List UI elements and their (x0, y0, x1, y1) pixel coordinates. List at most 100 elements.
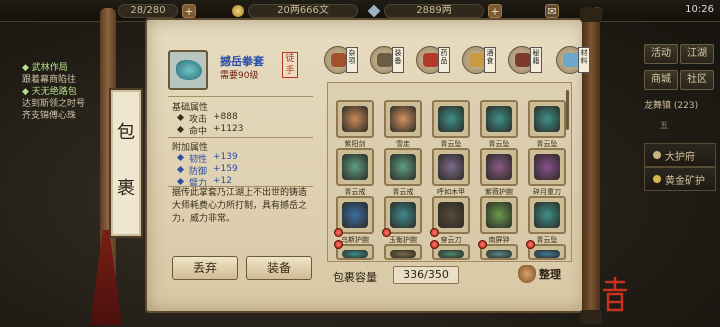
divider (168, 96, 313, 97)
inventory-slot[interactable] (336, 196, 374, 234)
grid-scrollbar[interactable] (566, 90, 569, 130)
inventory-slot[interactable] (432, 100, 470, 138)
item-icon (486, 106, 512, 132)
new-item-dot (334, 240, 343, 249)
bag-title-char-2: 裹 (117, 178, 135, 199)
inventory-slot[interactable] (336, 100, 374, 138)
category-tab-5[interactable]: 秘籍 (508, 46, 542, 74)
item-icon (342, 202, 368, 228)
item-icon (486, 154, 512, 180)
side-panel-1[interactable]: 大护府 (644, 143, 716, 167)
item-icon (390, 106, 416, 132)
inventory-slot[interactable] (528, 100, 566, 138)
new-item-dot (430, 228, 439, 237)
red-tassel (90, 230, 122, 325)
discard-button[interactable]: 丢弃 (172, 256, 238, 280)
inventory-slot[interactable] (384, 244, 422, 260)
selected-item-icon (168, 50, 208, 90)
category-tab-6[interactable]: 材料 (556, 46, 590, 74)
equip-button[interactable]: 装备 (246, 256, 312, 280)
inventory-slot[interactable] (528, 148, 566, 186)
quest-line-1[interactable]: ◆ 武林作局 (22, 62, 68, 74)
category-label: 装备 (392, 47, 404, 73)
item-icon (438, 250, 464, 258)
new-item-dot (334, 228, 343, 237)
capacity-label: 包裹容量 (333, 271, 377, 284)
location-label: 龙舞镇 (223) (644, 98, 698, 111)
item-icon (486, 202, 512, 228)
inventory-slot[interactable] (480, 100, 518, 138)
category-icon (563, 53, 579, 67)
quest-line-5: 齐支锦傅心珠 (22, 111, 77, 121)
side-panel-2-label: 黄金矿护 (665, 175, 705, 187)
community-button[interactable]: 社区 (680, 70, 714, 90)
server-name: 龙舞镇 (644, 101, 672, 111)
divider (168, 137, 313, 138)
add-energy-button[interactable]: + (182, 4, 196, 18)
silver-value: 20两666文 (248, 4, 358, 18)
side-panel-2[interactable]: 黄金矿护 (644, 167, 716, 191)
add-gold-button[interactable]: + (488, 4, 502, 18)
activity-button[interactable]: 活动 (644, 44, 678, 64)
panel-icon (653, 151, 661, 159)
item-icon (438, 106, 464, 132)
category-icon (515, 53, 531, 67)
inventory-slot[interactable] (480, 148, 518, 186)
inventory-slot[interactable] (336, 148, 374, 186)
inventory-slot[interactable] (384, 148, 422, 186)
category-icon (423, 53, 439, 67)
item-icon (342, 250, 368, 258)
item-requirement: 需要90级 (220, 71, 259, 81)
category-label: 杂项 (346, 47, 358, 73)
item-icon (438, 202, 464, 228)
category-label: 药品 (438, 47, 450, 73)
energy-resource: 28/280 + (118, 3, 196, 19)
item-icon (390, 202, 416, 228)
new-item-dot (382, 228, 391, 237)
rod-cap-top (580, 8, 602, 22)
category-label: 酒食 (484, 47, 496, 73)
jianghu-button[interactable]: 江湖 (680, 44, 714, 64)
category-tab-2[interactable]: 装备 (370, 46, 404, 74)
minor-label: 五 (660, 121, 668, 130)
shop-button[interactable]: 商城 (644, 70, 678, 90)
clock: 10:26 (685, 4, 714, 15)
bullet-icon (176, 125, 185, 134)
quest-line-4: 达到斯领之时号 (22, 99, 86, 109)
inventory-slot[interactable] (384, 196, 422, 234)
bullet-icon (176, 113, 185, 122)
panel-icon (653, 175, 661, 183)
inventory-slot[interactable] (432, 196, 470, 234)
game-logo-stamp (600, 276, 630, 316)
category-icon (331, 53, 347, 67)
category-icon (469, 53, 485, 67)
item-icon (390, 250, 416, 258)
gold-value: 2889两 (384, 4, 484, 18)
category-label: 秘籍 (530, 47, 542, 73)
notice-icon: ✉ (545, 4, 559, 18)
new-item-dot (430, 240, 439, 249)
bullet-icon (176, 153, 185, 162)
bullet-icon (176, 165, 185, 174)
item-name: 撼岳拳套 (220, 55, 264, 68)
category-tab-4[interactable]: 酒食 (462, 46, 496, 74)
inventory-slot[interactable] (528, 196, 566, 234)
capacity-value: 336/350 (393, 266, 459, 284)
gold-ingot-icon (367, 4, 381, 18)
sort-button[interactable]: 整理 (518, 265, 561, 283)
quest-line-2: 跟着幕商陷往 (22, 75, 77, 85)
item-description: 据传此掌套乃江湖上不出世的铸造大师耗费心力所打制，具有撼岳之力，威力非常。 (172, 188, 308, 224)
category-tab-3[interactable]: 药品 (416, 46, 450, 74)
server-coords: (223) (673, 101, 699, 111)
inventory-slot[interactable] (384, 100, 422, 138)
category-icon (377, 53, 393, 67)
inventory-slot[interactable] (432, 148, 470, 186)
new-item-dot (478, 240, 487, 249)
silver-resource: 20两666文 (232, 3, 358, 19)
category-tab-1[interactable]: 杂项 (324, 46, 358, 74)
item-icon (534, 106, 560, 132)
bullet-icon (176, 177, 185, 186)
item-icon (342, 154, 368, 180)
inventory-slot[interactable] (480, 196, 518, 234)
quest-line-3[interactable]: ◆ 天无绝路包 (22, 86, 77, 98)
